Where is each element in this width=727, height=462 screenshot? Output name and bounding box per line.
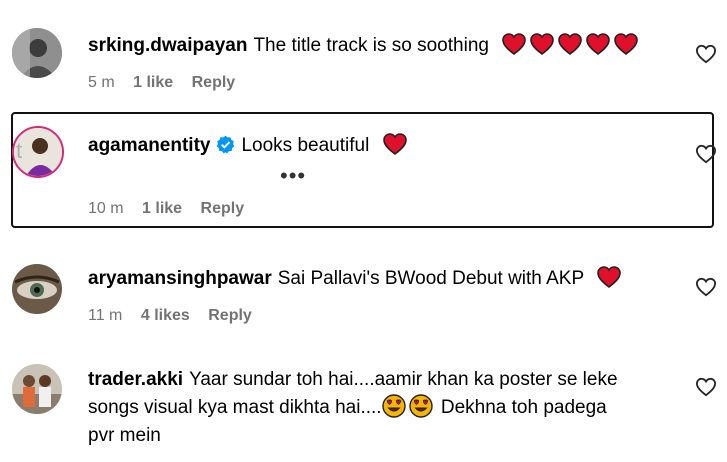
comment-text-line-2a: songs visual kya mast dikhta hai.... — [88, 397, 382, 418]
username[interactable]: aryamansinghpawar — [88, 268, 272, 289]
reply-button[interactable]: Reply — [192, 74, 236, 91]
emoji-group — [502, 33, 642, 56]
like-heart-icon[interactable] — [695, 377, 717, 397]
red-heart-icon — [614, 33, 639, 55]
avatar[interactable] — [12, 364, 62, 414]
avatar[interactable] — [12, 28, 62, 78]
reply-button[interactable]: Reply — [208, 307, 252, 324]
heart-eyes-face-icon — [381, 394, 406, 418]
red-heart-icon — [502, 33, 527, 55]
like-heart-icon[interactable] — [695, 277, 717, 297]
username[interactable]: agamanentity — [88, 135, 210, 156]
comment-text-line-2b: Dekhna toh padega — [440, 397, 607, 418]
comment-body-line-3: pvr mein — [88, 422, 687, 450]
red-heart-icon — [597, 266, 621, 288]
username[interactable]: trader.akki — [88, 369, 183, 390]
comment-body: aryamansinghpawar Sai Pallavi's BWood Deb… — [88, 265, 687, 293]
comment-meta: 10 m 1 like Reply — [88, 200, 258, 218]
red-heart-icon — [558, 33, 583, 55]
avatar[interactable]: t — [12, 126, 64, 178]
comment-body: trader.akki Yaar sundar toh hai....aamir … — [88, 366, 687, 394]
like-heart-icon[interactable] — [695, 144, 717, 164]
timestamp: 11 m — [88, 307, 123, 324]
comment-body: agamanentity Looks beautiful — [88, 132, 687, 160]
red-heart-icon — [530, 33, 555, 55]
verified-badge-icon — [217, 135, 235, 154]
username[interactable]: srking.dwaipayan — [88, 35, 247, 56]
comment-body-line-2: songs visual kya mast dikhta hai.... Dek… — [88, 394, 687, 422]
timestamp: 10 m — [88, 200, 124, 217]
likes-count[interactable]: 4 likes — [141, 307, 190, 324]
red-heart-icon — [586, 33, 611, 55]
like-heart-icon[interactable] — [695, 44, 717, 64]
red-heart-icon — [382, 133, 407, 155]
reply-button[interactable]: Reply — [201, 200, 245, 217]
comment-text-line-1: Yaar sundar toh hai....aamir khan ka pos… — [189, 369, 618, 390]
heart-eyes-face-icon — [408, 394, 433, 418]
svg-text:t: t — [16, 138, 22, 163]
comment-text: Sai Pallavi's BWood Debut with AKP — [277, 268, 584, 289]
comment-meta: 5 m 1 like Reply — [88, 74, 249, 92]
avatar[interactable] — [12, 264, 62, 314]
likes-count[interactable]: 1 like — [133, 74, 173, 91]
timestamp: 5 m — [88, 74, 115, 91]
comment-body: srking.dwaipayan The title track is so so… — [88, 32, 687, 60]
more-options-button[interactable]: ••• — [280, 165, 306, 187]
comment-text: Looks beautiful — [241, 135, 370, 156]
likes-count[interactable]: 1 like — [142, 200, 182, 217]
comment-text: The title track is so soothing — [253, 35, 489, 56]
comment-meta: 11 m 4 likes Reply — [88, 307, 266, 325]
comment-text-line-3: pvr mein — [88, 425, 161, 446]
